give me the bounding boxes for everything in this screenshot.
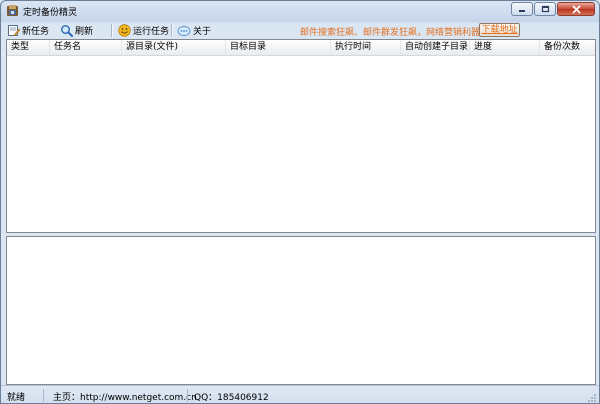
- main-window: 定时备份精灵 新任务 刷新 运行任务 关于 邮件搜索狂飙、邮件群发狂飙，网络营销…: [0, 0, 600, 404]
- status-bar: 就绪 主页：http://www.netget.com.cn QQ：185406…: [1, 385, 599, 403]
- qq-number: QQ：185406912: [194, 393, 269, 403]
- maximize-button[interactable]: [534, 2, 556, 16]
- refresh-button[interactable]: 刷新: [60, 23, 93, 38]
- column-header: 类型 任务名 源目录(文件) 目标目录 执行时间 自动创建子目录 进度 备份次数: [7, 40, 595, 56]
- promo-link[interactable]: 邮件搜索狂飙、邮件群发狂飙，网络营销利器: [300, 25, 480, 38]
- refresh-label: 刷新: [75, 27, 94, 37]
- minimize-icon: [519, 10, 525, 12]
- about-label: 关于: [193, 27, 212, 37]
- column-backup-count[interactable]: 备份次数: [540, 40, 595, 55]
- new-task-button[interactable]: 新任务: [7, 23, 49, 38]
- about-info-icon: [177, 26, 191, 36]
- about-button[interactable]: 关于: [177, 23, 211, 38]
- new-task-label: 新任务: [22, 27, 50, 37]
- title-bar[interactable]: 定时备份精灵: [1, 1, 599, 21]
- window-title: 定时备份精灵: [23, 8, 78, 18]
- restore-icon: [541, 5, 549, 13]
- homepage-link[interactable]: 主页：http://www.netget.com.cn: [53, 390, 197, 403]
- toolbar-separator: [171, 24, 173, 37]
- new-task-icon: [8, 25, 20, 37]
- run-task-label: 运行任务: [133, 27, 170, 37]
- close-icon: [572, 5, 580, 13]
- column-task-name[interactable]: 任务名: [50, 40, 122, 55]
- search-refresh-icon: [61, 25, 73, 37]
- close-button[interactable]: [557, 2, 595, 16]
- column-exec-time[interactable]: 执行时间: [331, 40, 401, 55]
- run-task-button[interactable]: 运行任务: [118, 23, 169, 38]
- smiley-run-icon: [118, 24, 131, 37]
- minimize-button[interactable]: [511, 2, 533, 16]
- column-progress[interactable]: 进度: [470, 40, 540, 55]
- column-auto-subdir[interactable]: 自动创建子目录: [401, 40, 470, 55]
- column-source-dir[interactable]: 源目录(文件): [122, 40, 226, 55]
- download-button[interactable]: 下载地址: [479, 23, 520, 37]
- column-type[interactable]: 类型: [7, 40, 50, 55]
- status-separator: [43, 389, 44, 402]
- status-text: 就绪: [7, 393, 26, 403]
- toolbar-separator: [111, 24, 113, 37]
- status-separator: [187, 389, 188, 402]
- task-list[interactable]: 类型 任务名 源目录(文件) 目标目录 执行时间 自动创建子目录 进度 备份次数: [6, 39, 596, 233]
- column-target-dir[interactable]: 目标目录: [226, 40, 331, 55]
- resize-grip-icon[interactable]: [587, 393, 597, 403]
- window-controls: [511, 2, 595, 16]
- log-panel[interactable]: [6, 236, 596, 385]
- toolbar: 新任务 刷新 运行任务 关于 邮件搜索狂飙、邮件群发狂飙，网络营销利器 下载地址: [1, 22, 599, 39]
- backup-app-icon: [6, 4, 19, 17]
